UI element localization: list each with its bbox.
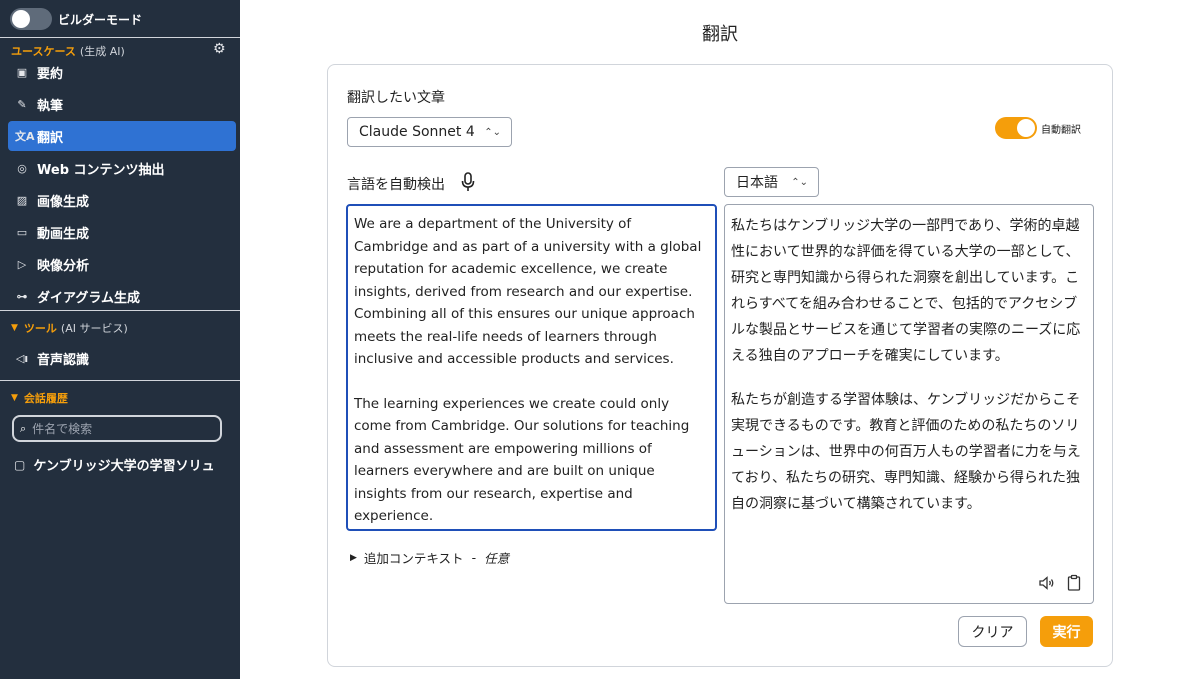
source-label: 翻訳したい文章 [347, 90, 445, 106]
tools-section-title: ツール [23, 322, 57, 335]
pen-icon: ✎ [17, 97, 27, 111]
source-paragraph: We are a department of the University of… [354, 216, 702, 367]
builder-mode-toggle[interactable]: ビルダーモード [10, 7, 142, 31]
chevron-updown-icon: ⌃⌄ [484, 126, 501, 138]
divider [0, 380, 240, 381]
sidebar-item-speech-recognition[interactable]: ◁ı 音声認識 [8, 343, 236, 373]
microphone-icon[interactable] [461, 172, 475, 192]
history-section-header[interactable]: ▼ 会話履歴 [11, 390, 68, 406]
caret-right-icon: ▶ [350, 552, 357, 563]
sidebar-item-diagram-gen[interactable]: ⊶ ダイアグラム生成 [8, 281, 236, 311]
sidebar-item-label: 要約 [37, 66, 64, 82]
tools-section-subtitle: (AI サービス) [60, 322, 128, 335]
history-section-title: 会話履歴 [23, 392, 68, 405]
history-search-input[interactable] [32, 421, 203, 436]
sidebar-item-label: 翻訳 [37, 130, 64, 146]
divider [0, 310, 240, 311]
sidebar-item-label: 映像分析 [37, 258, 90, 274]
additional-context-optional: 任意 [484, 551, 510, 566]
image-icon: ▨ [16, 193, 28, 207]
model-select-value: Claude Sonnet 4 [359, 124, 475, 140]
tools-section-header[interactable]: ▼ ツール (AI サービス) [11, 320, 128, 336]
toggle-switch[interactable] [995, 117, 1037, 139]
summary-icon: ▣ [16, 65, 28, 79]
speaker-icon: ◁ı [15, 351, 29, 365]
gear-icon[interactable]: ⚙ [213, 41, 226, 57]
sidebar-item-web-extract[interactable]: ◎ Web コンテンツ抽出 [8, 153, 236, 183]
caret-down-icon: ▼ [11, 323, 18, 333]
source-text-input[interactable]: We are a department of the University of… [346, 204, 717, 531]
additional-context-label: 追加コンテキスト [363, 551, 464, 566]
translated-paragraph: 私たちはケンブリッジ大学の一部門であり、学術的卓越性において世界的な評価を得てい… [731, 218, 1081, 364]
source-language-label: 言語を自動検出 [347, 177, 445, 193]
sidebar-item-label: Web コンテンツ抽出 [37, 162, 165, 178]
translated-paragraph: 私たちが創造する学習体験は、ケンブリッジだからこそ実現できるものです。教育と評価… [731, 392, 1081, 512]
toggle-switch[interactable] [10, 8, 52, 30]
sidebar-item-writing[interactable]: ✎ 執筆 [8, 89, 236, 119]
auto-translate-toggle[interactable]: 自動翻訳 [995, 117, 1081, 139]
sidebar-item-label: 音声認識 [37, 352, 90, 368]
sidebar-item-summary[interactable]: ▣ 要約 [8, 57, 236, 87]
caret-down-icon: ▼ [11, 393, 18, 403]
additional-context-toggle[interactable]: ▶ 追加コンテキスト - 任意 [350, 548, 509, 567]
chevron-updown-icon: ⌃⌄ [791, 176, 808, 188]
divider [0, 37, 240, 38]
globe-icon: ◎ [17, 161, 27, 175]
builder-mode-label: ビルダーモード [58, 12, 143, 27]
sidebar-item-label: 執筆 [37, 98, 64, 114]
history-item[interactable]: ▢ ケンブリッジ大学の学習ソリュ [14, 455, 215, 475]
sidebar-item-label: ダイアグラム生成 [37, 290, 140, 306]
translate-icon: 文A [15, 130, 35, 143]
history-item-label: ケンブリッジ大学の学習ソリュ [33, 459, 215, 474]
camera-icon: ▷ [17, 257, 27, 271]
page-title: 翻訳 [702, 24, 738, 45]
diagram-icon: ⊶ [16, 289, 28, 303]
model-select[interactable]: Claude Sonnet 4 ⌃⌄ [347, 117, 512, 147]
additional-context-separator: - [471, 550, 477, 565]
sidebar: ビルダーモード ユースケース (生成 AI) ⚙ ▣ 要約 ✎ 執筆 文A 翻訳… [0, 0, 240, 679]
clear-button[interactable]: クリア [958, 616, 1027, 647]
sidebar-item-image-gen[interactable]: ▨ 画像生成 [8, 185, 236, 215]
chat-bubble-icon: ▢ [14, 457, 26, 472]
clipboard-icon[interactable] [1065, 574, 1083, 592]
sidebar-item-video-analysis[interactable]: ▷ 映像分析 [8, 249, 236, 279]
source-paragraph: The learning experiences we create could… [354, 395, 690, 525]
speaker-icon[interactable] [1038, 574, 1056, 592]
target-language-select[interactable]: 日本語 ⌃⌄ [724, 167, 819, 197]
sidebar-item-label: 画像生成 [37, 194, 90, 210]
sidebar-item-video-gen[interactable]: ▭ 動画生成 [8, 217, 236, 247]
search-icon: ⌕ [20, 421, 27, 435]
run-button[interactable]: 実行 [1040, 616, 1093, 647]
target-language-value: 日本語 [736, 175, 778, 191]
video-icon: ▭ [16, 225, 28, 239]
sidebar-item-translate[interactable]: 文A 翻訳 [8, 121, 236, 151]
history-search[interactable]: ⌕ [12, 415, 222, 442]
sidebar-item-label: 動画生成 [37, 226, 90, 242]
translated-text-output: 私たちはケンブリッジ大学の一部門であり、学術的卓越性において世界的な評価を得てい… [724, 204, 1094, 604]
auto-translate-label: 自動翻訳 [1041, 124, 1081, 136]
